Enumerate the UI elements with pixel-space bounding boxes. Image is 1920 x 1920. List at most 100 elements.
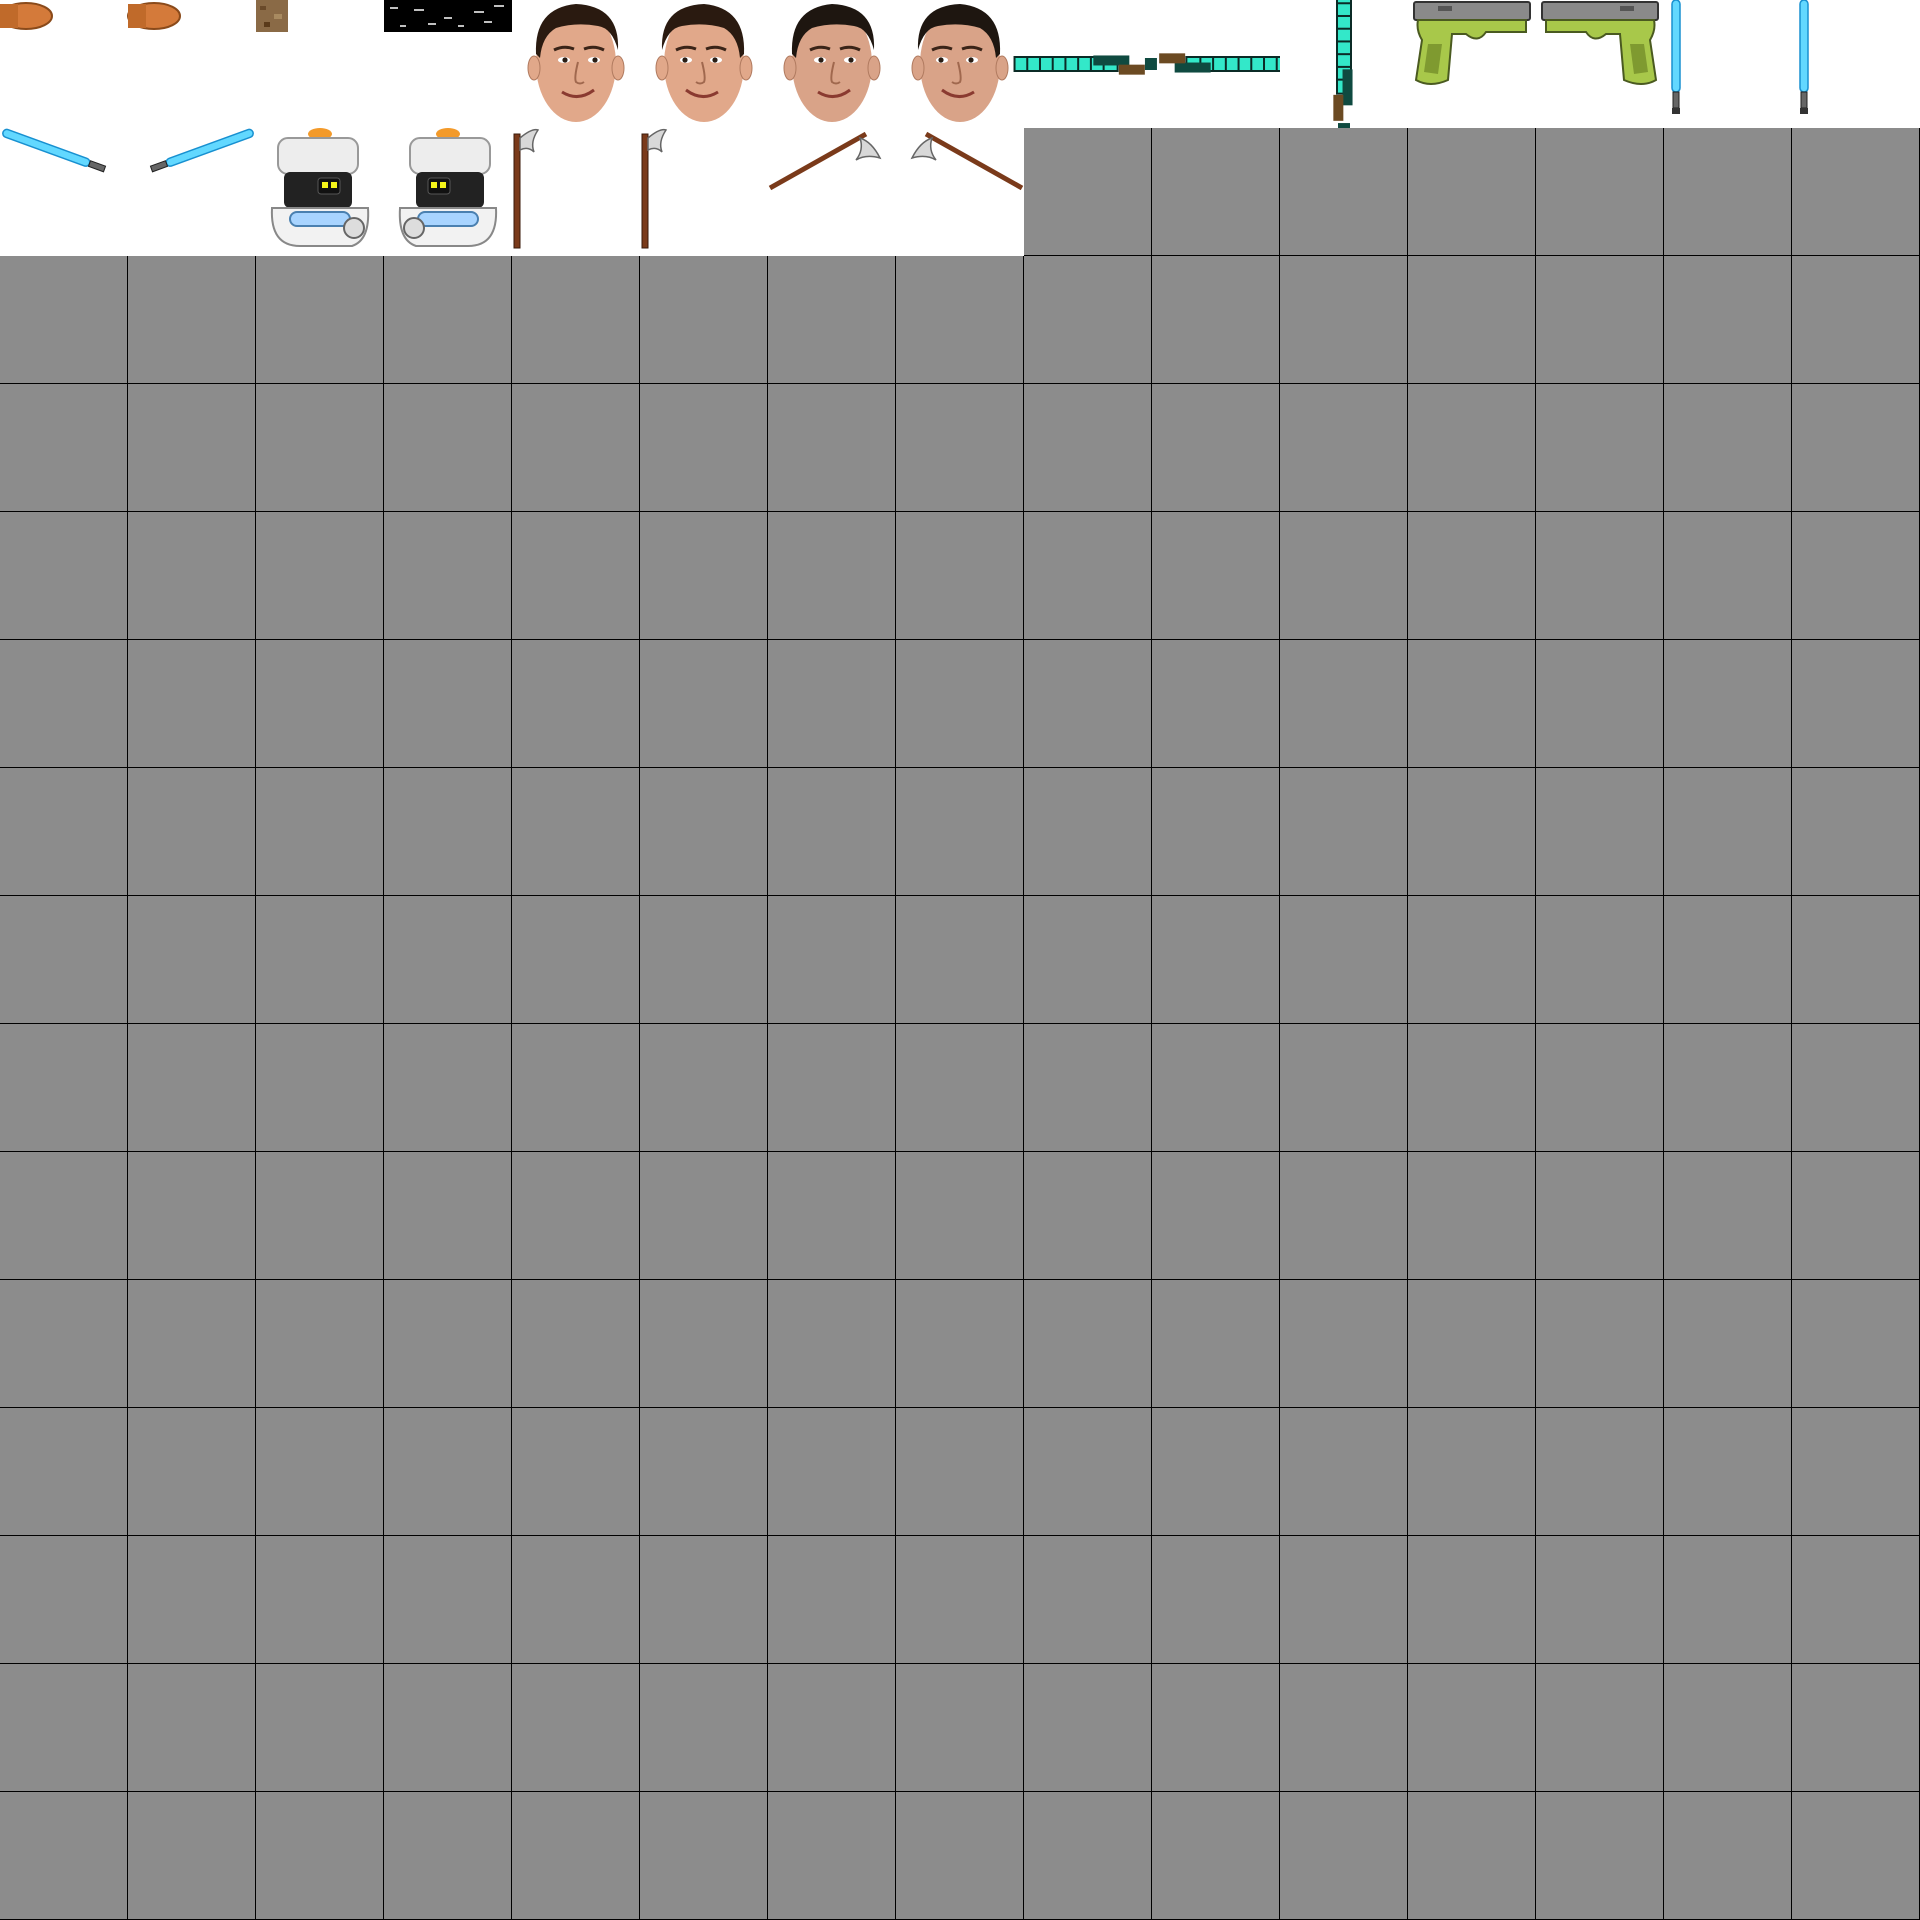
empty-cell	[0, 1024, 128, 1152]
sprite-cell	[896, 128, 1024, 256]
empty-cell	[0, 1664, 128, 1792]
empty-cell	[896, 1024, 1024, 1152]
robot-right-sprite	[270, 128, 370, 247]
empty-cell	[640, 512, 768, 640]
empty-cell	[640, 896, 768, 1024]
empty-cell	[0, 1408, 128, 1536]
sprite-cell	[256, 128, 384, 256]
bullet-right-sprite	[0, 2, 53, 30]
empty-cell	[896, 768, 1024, 896]
empty-cell	[384, 768, 512, 896]
empty-cell	[128, 384, 256, 512]
empty-cell	[1024, 1792, 1152, 1920]
empty-cell	[1152, 768, 1280, 896]
empty-cell	[1024, 896, 1152, 1024]
empty-cell	[1408, 640, 1536, 768]
empty-cell	[384, 512, 512, 640]
empty-cell	[1664, 1664, 1792, 1792]
empty-cell	[128, 1664, 256, 1792]
empty-cell	[640, 768, 768, 896]
axe-swing-right-sprite	[768, 131, 882, 191]
empty-cell	[1536, 1152, 1664, 1280]
empty-cell	[1408, 384, 1536, 512]
empty-cell	[1664, 512, 1792, 640]
robot-left-sprite	[398, 128, 498, 247]
empty-cell	[1664, 1024, 1792, 1152]
empty-cell	[0, 512, 128, 640]
empty-cell	[1664, 640, 1792, 768]
empty-cell	[640, 1408, 768, 1536]
sprite-cell	[127, 0, 256, 128]
empty-cell	[1408, 1664, 1536, 1792]
empty-cell	[1792, 1152, 1920, 1280]
empty-cell	[384, 1408, 512, 1536]
empty-cell	[1024, 1408, 1152, 1536]
empty-cell	[1664, 768, 1792, 896]
empty-cell	[1152, 1536, 1280, 1664]
empty-cell	[896, 640, 1024, 768]
empty-cell	[128, 1408, 256, 1536]
empty-cell	[256, 1664, 384, 1792]
empty-cell	[512, 1408, 640, 1536]
empty-cell	[1664, 1408, 1792, 1536]
empty-cell	[1408, 128, 1536, 256]
empty-cell	[0, 1280, 128, 1408]
empty-cell	[640, 1664, 768, 1792]
empty-cell	[128, 512, 256, 640]
empty-cell	[1792, 1024, 1920, 1152]
sprite-cell	[384, 0, 512, 128]
sprite-cell	[640, 128, 768, 256]
sprite-cell	[512, 0, 640, 128]
empty-cell	[640, 1536, 768, 1664]
diamond-sword-right-sprite	[1144, 53, 1291, 73]
empty-cell	[1408, 1408, 1536, 1536]
empty-cell	[1536, 1280, 1664, 1408]
diamond-sword-left-sprite	[1013, 55, 1160, 75]
empty-cell	[1024, 1536, 1152, 1664]
empty-cell	[512, 1024, 640, 1152]
empty-cell	[1792, 1664, 1920, 1792]
empty-cell	[640, 640, 768, 768]
empty-cell	[1408, 512, 1536, 640]
empty-cell	[1664, 1280, 1792, 1408]
empty-cell	[256, 1792, 384, 1920]
empty-cell	[384, 1152, 512, 1280]
diamond-sword-down-sprite	[1333, 0, 1353, 136]
empty-cell	[1280, 1152, 1408, 1280]
empty-cell	[512, 1664, 640, 1792]
axe-left-sprite	[641, 128, 668, 249]
pistol-right-sprite	[1541, 1, 1659, 85]
empty-cell	[896, 384, 1024, 512]
empty-cell	[1536, 1792, 1664, 1920]
empty-cell	[1280, 1664, 1408, 1792]
empty-cell	[768, 1152, 896, 1280]
sprite-cell	[256, 0, 384, 128]
empty-cell	[1664, 128, 1792, 256]
empty-cell	[640, 384, 768, 512]
empty-cell	[1536, 1024, 1664, 1152]
empty-cell	[1152, 1408, 1280, 1536]
sprite-atlas	[0, 0, 1920, 1920]
empty-cell	[1152, 512, 1280, 640]
empty-cell	[1280, 768, 1408, 896]
sprite-cell	[1792, 0, 1920, 128]
empty-cell	[384, 1536, 512, 1664]
empty-cell	[0, 1792, 128, 1920]
empty-cell	[1792, 256, 1920, 384]
empty-cell	[1536, 1536, 1664, 1664]
sprite-cell	[128, 128, 256, 256]
empty-cell	[128, 1536, 256, 1664]
sprite-cell	[384, 128, 512, 256]
empty-cell	[1408, 1024, 1536, 1152]
empty-cell	[1024, 128, 1152, 256]
empty-cell	[1024, 1152, 1152, 1280]
empty-cell	[1280, 1536, 1408, 1664]
empty-cell	[512, 256, 640, 384]
empty-cell	[0, 640, 128, 768]
empty-cell	[1792, 1792, 1920, 1920]
empty-cell	[512, 640, 640, 768]
empty-cell	[1024, 768, 1152, 896]
empty-cell	[768, 384, 896, 512]
empty-cell	[256, 1408, 384, 1536]
empty-cell	[768, 512, 896, 640]
